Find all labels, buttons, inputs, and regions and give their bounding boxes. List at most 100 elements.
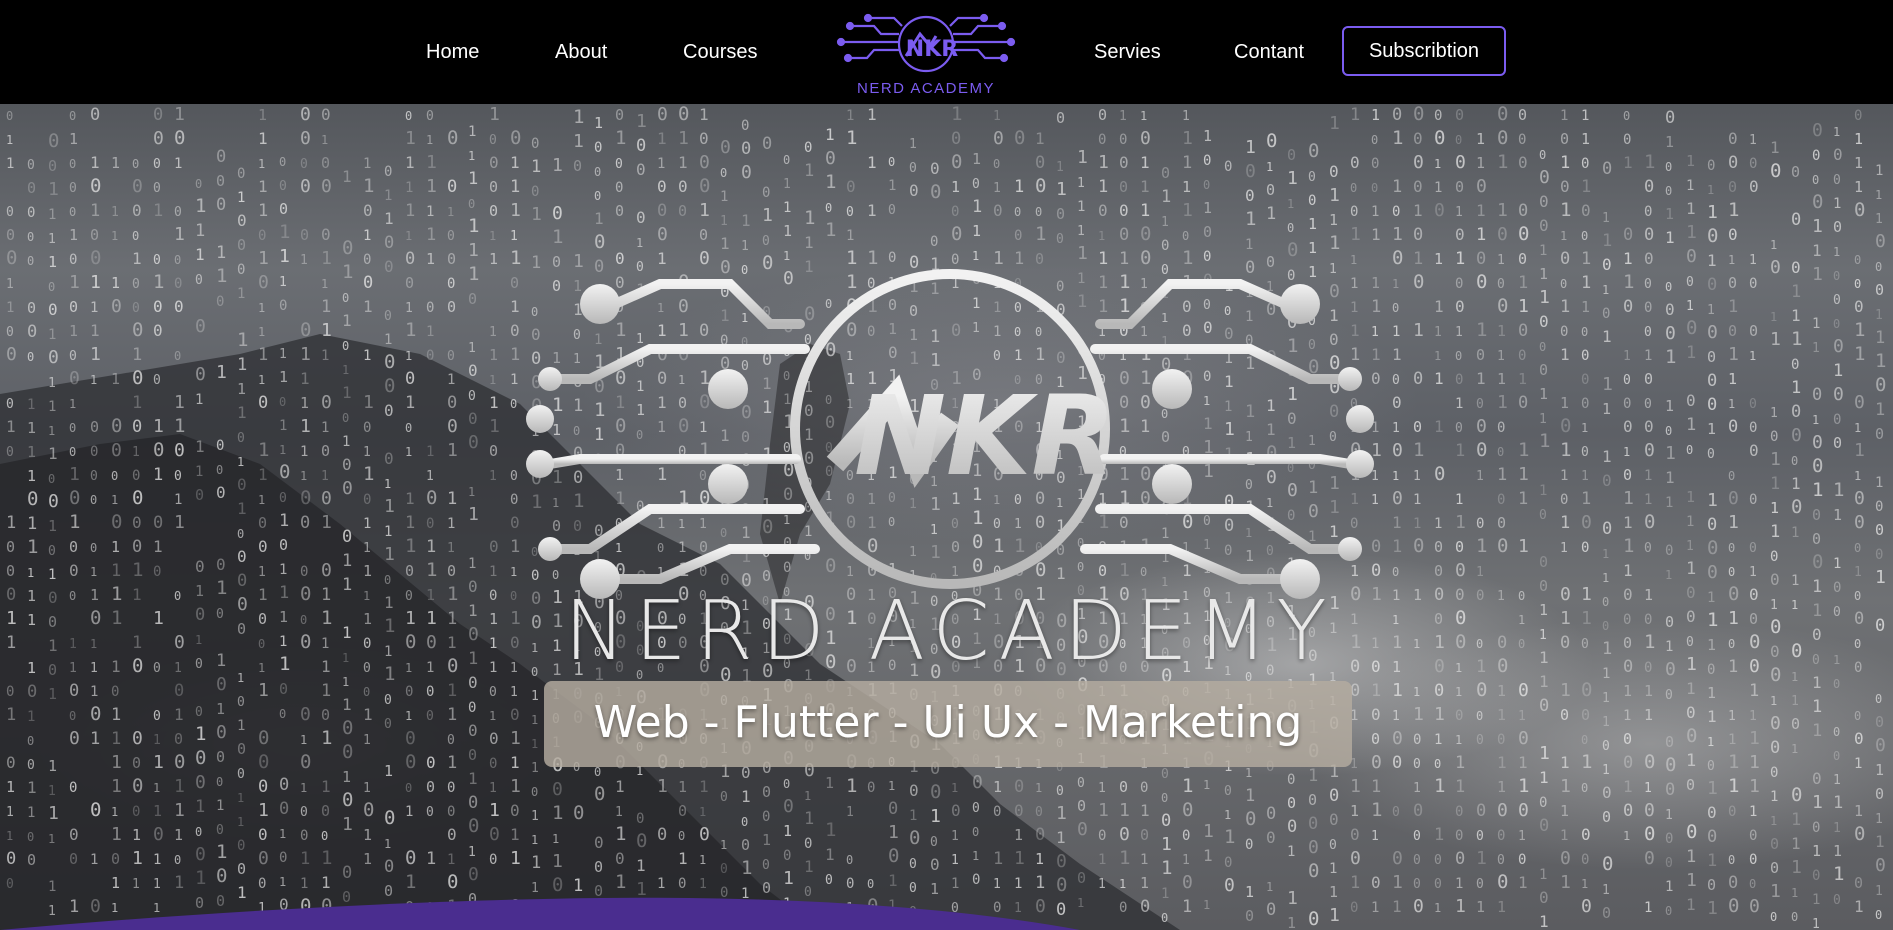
- svg-text:0: 0: [237, 860, 246, 878]
- svg-text:0: 0: [1707, 322, 1718, 343]
- svg-text:1: 1: [1497, 200, 1508, 221]
- svg-text:1: 1: [888, 822, 899, 843]
- svg-text:1: 1: [1623, 682, 1632, 700]
- svg-text:1: 1: [111, 752, 122, 773]
- svg-text:1: 1: [174, 104, 185, 125]
- svg-text:0: 0: [405, 421, 412, 435]
- svg-text:1: 1: [1560, 345, 1570, 364]
- svg-text:1: 1: [342, 261, 353, 283]
- svg-text:0: 0: [69, 109, 76, 123]
- svg-text:1: 1: [342, 575, 352, 595]
- svg-text:0: 0: [1518, 153, 1528, 172]
- svg-text:0: 0: [930, 781, 941, 803]
- svg-text:1: 1: [321, 681, 331, 701]
- svg-text:0: 0: [1770, 859, 1779, 877]
- svg-text:1: 1: [1770, 238, 1777, 252]
- svg-text:0: 0: [1644, 204, 1652, 220]
- nav-about-link[interactable]: About: [555, 40, 607, 64]
- svg-text:0: 0: [1077, 819, 1088, 840]
- svg-text:0: 0: [741, 118, 749, 134]
- svg-text:1: 1: [174, 512, 185, 533]
- svg-text:1: 1: [1581, 249, 1591, 269]
- svg-text:0: 0: [321, 802, 330, 820]
- svg-text:0: 0: [762, 809, 770, 825]
- svg-text:0: 0: [1161, 811, 1171, 831]
- svg-text:1: 1: [1539, 867, 1547, 883]
- nav-logo[interactable]: NKR NERD ACADEMY: [836, 6, 1016, 98]
- svg-text:1: 1: [531, 737, 538, 751]
- svg-text:1: 1: [1749, 709, 1757, 724]
- svg-text:0: 0: [1602, 739, 1610, 754]
- svg-text:0: 0: [1665, 733, 1674, 751]
- svg-text:1: 1: [1644, 706, 1653, 724]
- svg-text:1: 1: [1518, 873, 1528, 892]
- svg-text:0: 0: [1392, 753, 1402, 773]
- svg-text:1: 1: [657, 876, 665, 892]
- nav-services-link[interactable]: Servies: [1094, 40, 1161, 64]
- svg-text:1: 1: [1350, 105, 1360, 125]
- svg-text:0: 0: [1140, 826, 1149, 844]
- nav-logo-mark: NKR: [906, 37, 958, 62]
- svg-text:0: 0: [1476, 801, 1486, 821]
- svg-text:0: 0: [132, 775, 143, 797]
- svg-text:0: 0: [216, 722, 227, 743]
- svg-text:1: 1: [1560, 753, 1570, 772]
- svg-text:0: 0: [384, 449, 394, 468]
- svg-text:1: 1: [1602, 211, 1610, 226]
- svg-text:0: 0: [1770, 616, 1781, 638]
- nav-courses-link[interactable]: Courses: [683, 40, 757, 64]
- svg-text:1: 1: [6, 705, 16, 725]
- svg-text:0: 0: [699, 824, 710, 845]
- svg-text:0: 0: [1581, 156, 1589, 172]
- svg-text:1: 1: [111, 205, 119, 220]
- svg-text:0: 0: [1518, 348, 1526, 364]
- svg-text:0: 0: [69, 368, 80, 389]
- svg-text:1: 1: [1686, 343, 1696, 363]
- svg-text:0: 0: [216, 195, 226, 215]
- svg-text:0: 0: [216, 463, 223, 477]
- svg-text:0: 0: [1686, 725, 1697, 747]
- svg-text:1: 1: [1644, 781, 1652, 796]
- svg-text:0: 0: [258, 514, 267, 532]
- svg-text:1: 1: [1749, 776, 1760, 797]
- svg-text:0: 0: [111, 684, 119, 700]
- svg-text:0: 0: [1392, 105, 1402, 125]
- svg-text:0: 0: [1497, 420, 1505, 436]
- svg-text:1: 1: [1875, 832, 1885, 851]
- svg-text:0: 0: [132, 804, 140, 820]
- svg-text:1: 1: [1854, 343, 1865, 365]
- svg-text:1: 1: [1623, 561, 1633, 580]
- svg-text:0: 0: [1350, 848, 1361, 869]
- svg-text:1: 1: [699, 877, 707, 892]
- svg-text:1: 1: [174, 392, 185, 413]
- svg-text:0: 0: [1644, 177, 1654, 197]
- svg-text:0: 0: [132, 277, 140, 292]
- svg-text:0: 0: [1497, 871, 1508, 893]
- nav-home-link[interactable]: Home: [426, 40, 479, 64]
- svg-text:1: 1: [342, 311, 352, 330]
- svg-text:0: 0: [1875, 281, 1884, 299]
- svg-text:1: 1: [783, 822, 792, 840]
- svg-text:0: 0: [1644, 249, 1654, 268]
- svg-text:1: 1: [531, 833, 538, 847]
- svg-text:0: 0: [6, 753, 16, 772]
- svg-text:1: 1: [1791, 857, 1802, 878]
- svg-text:1: 1: [27, 805, 35, 821]
- svg-text:0: 0: [1707, 158, 1715, 174]
- svg-text:1: 1: [1497, 589, 1505, 604]
- nav-contact-link[interactable]: Contant: [1234, 40, 1304, 64]
- svg-text:0: 0: [48, 130, 59, 152]
- svg-text:0: 0: [1497, 800, 1508, 821]
- svg-text:0: 0: [1770, 765, 1778, 781]
- svg-text:0: 0: [1140, 780, 1148, 796]
- svg-text:1: 1: [48, 879, 56, 895]
- svg-text:0: 0: [426, 348, 434, 364]
- svg-text:0: 0: [1749, 322, 1758, 340]
- svg-text:0: 0: [1602, 783, 1612, 802]
- svg-text:0: 0: [1791, 496, 1802, 518]
- svg-text:0: 0: [1434, 757, 1441, 771]
- svg-text:1: 1: [1686, 539, 1694, 554]
- svg-text:1: 1: [48, 424, 55, 438]
- subscription-button[interactable]: Subscribtion: [1342, 26, 1506, 76]
- svg-text:0: 0: [1497, 104, 1508, 125]
